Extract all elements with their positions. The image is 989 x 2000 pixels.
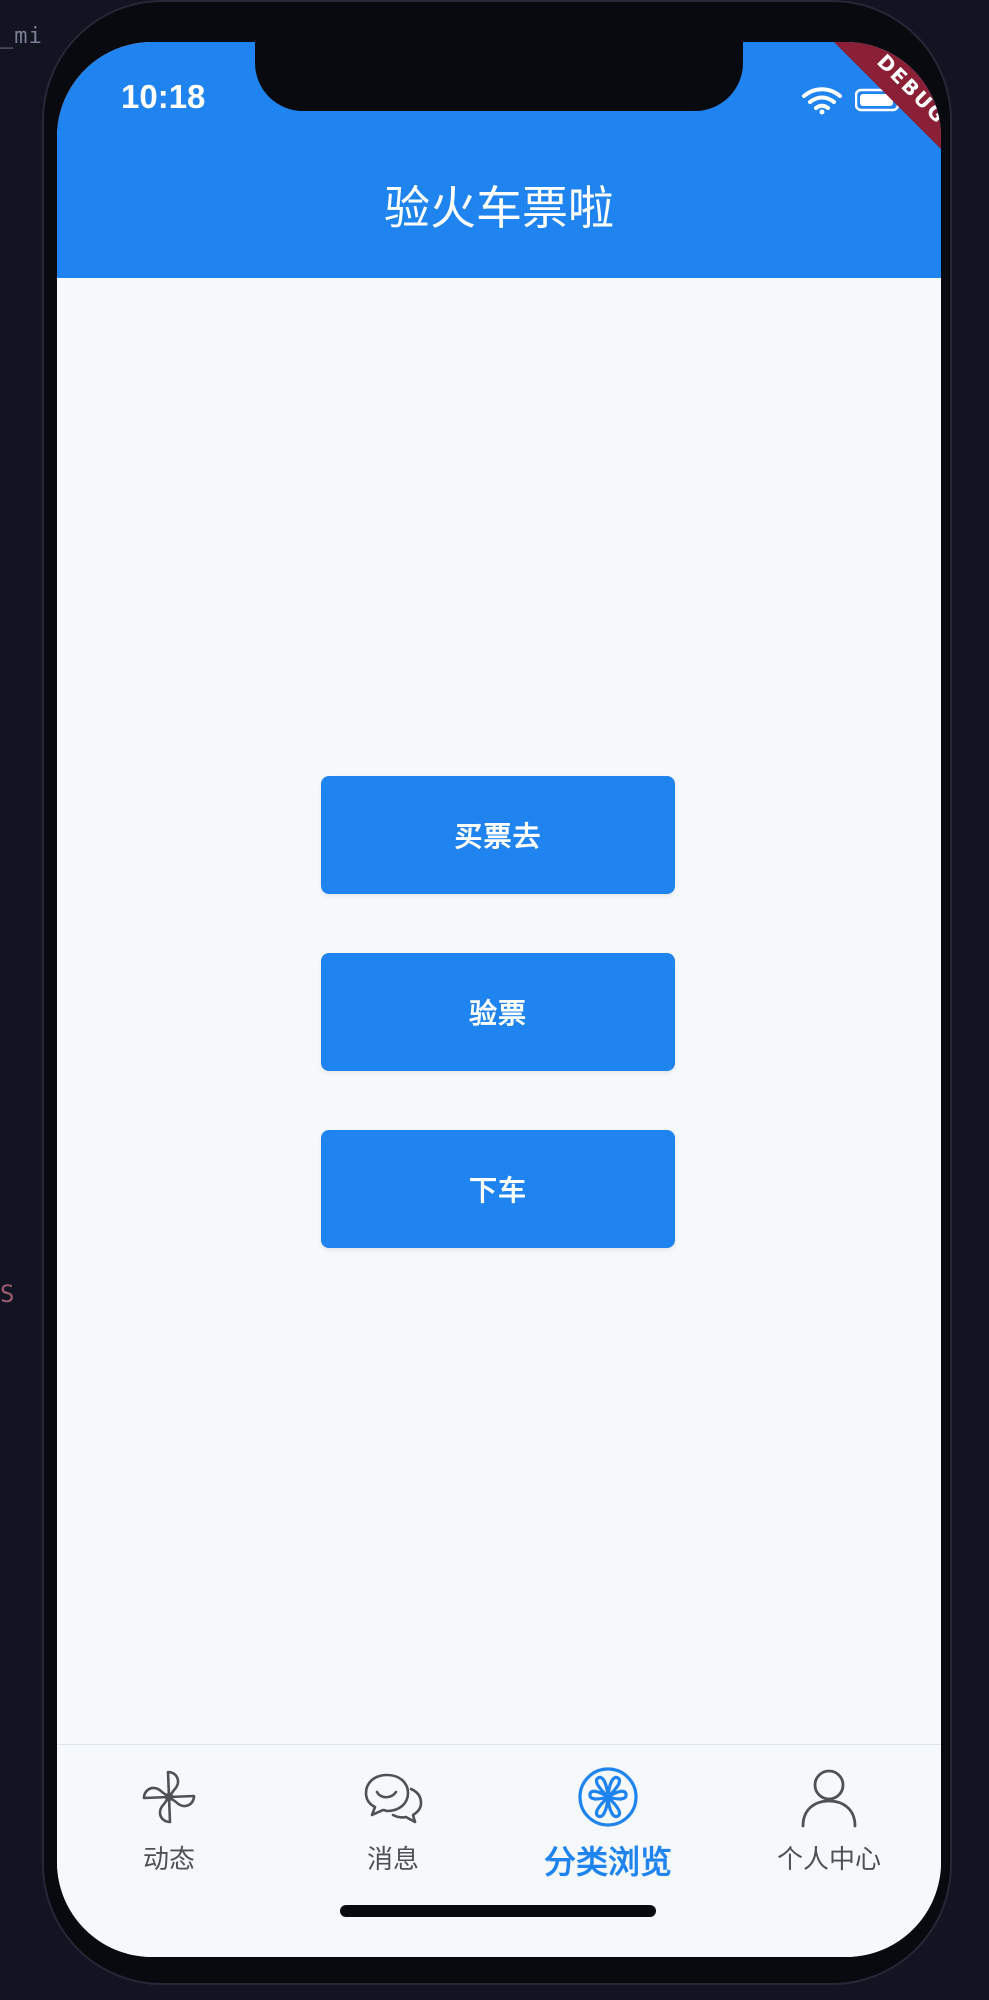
pinwheel-icon [142,1770,196,1824]
notch [255,42,743,111]
nav-label-messages: 消息 [366,1845,419,1875]
status-time: 10:18 [121,78,206,115]
nav-label-categories: 分类浏览 [543,1843,672,1881]
background-text-fragment: _mi [0,24,43,49]
nav-item-profile[interactable]: 个人中心 [739,1765,919,1875]
person-icon [801,1769,857,1828]
nav-item-messages[interactable]: 消息 [303,1765,483,1875]
app-bar: 10:18 DEBUG 验火车票啦 [57,42,941,278]
nav-item-dynamics[interactable]: 动态 [79,1765,259,1875]
background-text-fragment: S [0,1280,16,1308]
chat-icon [364,1773,423,1824]
bottom-navigation: 动态 消息 分类浏览 个人中心 [57,1744,941,1957]
category-icon [578,1767,638,1827]
phone-screen: 10:18 DEBUG 验火车票啦 买票去 验票 下车 动态 消息 分类浏览 个… [57,42,941,1957]
nav-item-categories[interactable]: 分类浏览 [518,1765,698,1881]
home-indicator[interactable] [340,1905,656,1917]
buy-ticket-button[interactable]: 买票去 [321,776,675,894]
get-off-button[interactable]: 下车 [321,1130,675,1248]
nav-label-dynamics: 动态 [142,1845,195,1875]
check-ticket-button[interactable]: 验票 [321,953,675,1071]
page-title: 验火车票啦 [384,181,614,235]
nav-label-profile: 个人中心 [776,1845,881,1875]
wifi-icon [802,87,842,115]
